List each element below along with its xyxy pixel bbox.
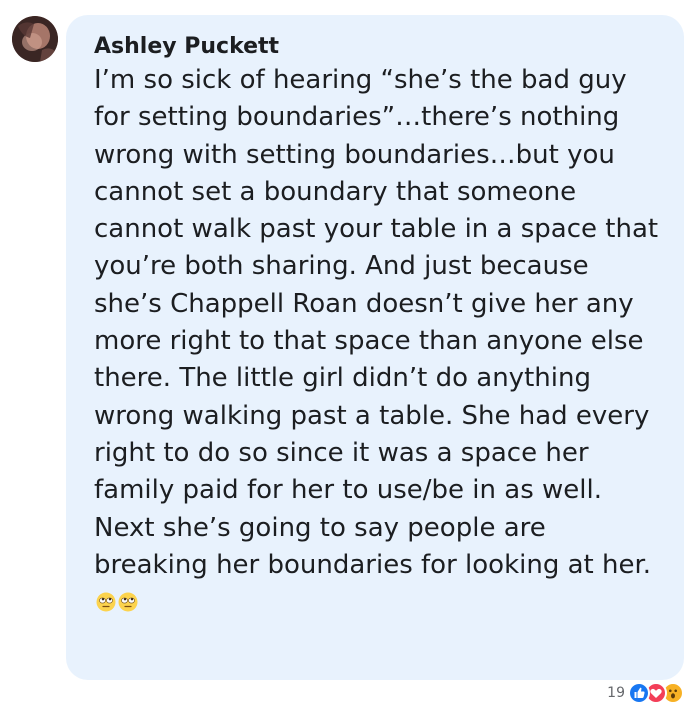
- avatar-photo: [12, 16, 58, 62]
- avatar[interactable]: [12, 16, 58, 62]
- comment-author[interactable]: Ashley Puckett: [94, 32, 664, 62]
- comment-body: I’m so sick of hearing “she’s the bad gu…: [94, 62, 664, 621]
- comment-bubble: Ashley Puckett I’m so sick of hearing “s…: [66, 15, 684, 680]
- reactions-summary[interactable]: 19: [607, 682, 684, 704]
- like-icon: [628, 682, 650, 704]
- reaction-count: 19: [607, 685, 625, 701]
- eye-roll-emoji: [96, 586, 116, 612]
- eye-roll-emoji: [118, 586, 138, 612]
- comment-text: I’m so sick of hearing “she’s the bad gu…: [94, 65, 659, 580]
